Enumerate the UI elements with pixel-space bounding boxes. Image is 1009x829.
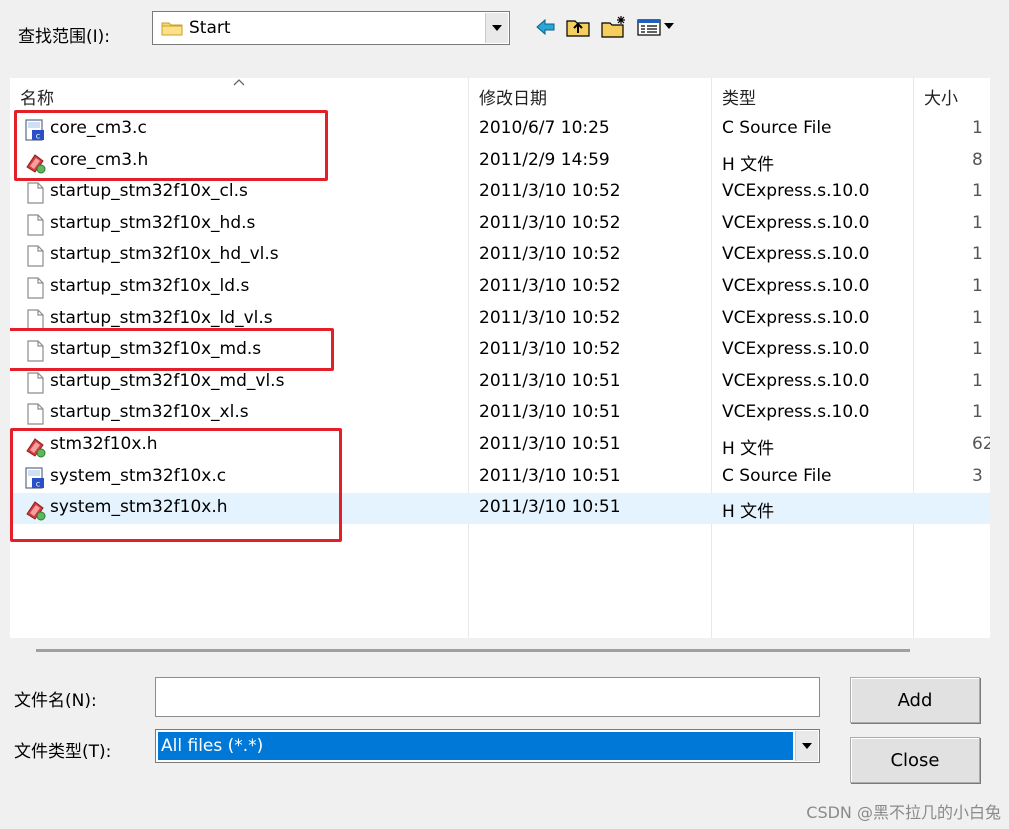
file-date: 2011/3/10 10:52: [479, 307, 621, 328]
file-type: VCExpress.s.10.0: [722, 339, 870, 360]
folder-icon: [161, 22, 183, 36]
file-type: C Source File: [722, 118, 832, 138]
file-type: VCExpress.s.10.0: [722, 276, 870, 296]
look-in-dropdown-button[interactable]: [485, 13, 508, 43]
view-menu-icon[interactable]: [636, 14, 678, 40]
filetype-selected-value: All files (*.*): [158, 732, 793, 760]
add-button[interactable]: Add: [850, 677, 980, 723]
horizontal-scrollbar[interactable]: [36, 649, 910, 652]
file-name: startup_stm32f10x_hd_vl.s: [50, 244, 279, 265]
new-folder-icon[interactable]: [600, 14, 628, 40]
watermark-text: CSDN @黑不拉几的小白兔: [806, 803, 1001, 822]
file-size: 1: [972, 370, 983, 391]
filetype-label: 文件类型(T):: [14, 742, 112, 762]
file-name: startup_stm32f10x_ld_vl.s: [50, 307, 273, 328]
file-size: 1: [972, 402, 983, 423]
filename-input[interactable]: [155, 677, 820, 717]
file-type: VCExpress.s.10.0: [722, 181, 870, 202]
file-list-view[interactable]: 名称 修改日期 类型 大小 c core_cm3.c 2010/6/7 10:25 C…: [10, 78, 990, 638]
file-row[interactable]: startup_stm32f10x_cl.s 2011/3/10 10:52 VCE…: [10, 177, 990, 208]
annotation-highlight-box: [14, 110, 328, 181]
file-name: startup_stm32f10x_ld.s: [50, 276, 250, 296]
file-type: C Source File: [722, 465, 832, 486]
file-size: 1: [972, 244, 983, 265]
blank-file-icon: [24, 213, 46, 237]
look-in-value: Start: [189, 18, 231, 38]
file-type: VCExpress.s.10.0: [722, 370, 870, 391]
column-header-date[interactable]: 修改日期: [479, 84, 547, 109]
file-row[interactable]: startup_stm32f10x_md_vl.s 2011/3/10 10:51…: [10, 367, 990, 398]
file-row[interactable]: startup_stm32f10x_hd.s 2011/3/10 10:52 VCE…: [10, 209, 990, 240]
file-row[interactable]: startup_stm32f10x_xl.s 2011/3/10 10:51 VCE…: [10, 398, 990, 429]
filetype-dropdown-button[interactable]: [795, 731, 818, 761]
chevron-down-icon: [492, 25, 502, 31]
file-size: 1: [972, 181, 983, 202]
close-button[interactable]: Close: [850, 737, 980, 783]
file-date: 2011/3/10 10:51: [479, 370, 621, 391]
filename-label: 文件名(N):: [14, 691, 97, 711]
file-date: 2011/2/9 14:59: [479, 149, 610, 170]
file-date: 2010/6/7 10:25: [479, 118, 610, 138]
file-name: startup_stm32f10x_md_vl.s: [50, 370, 285, 391]
file-date: 2011/3/10 10:52: [479, 276, 621, 296]
chevron-down-icon: [802, 743, 812, 749]
file-size: 3: [972, 465, 983, 486]
up-folder-icon[interactable]: [564, 14, 592, 40]
column-header-name[interactable]: 名称: [20, 84, 54, 109]
file-size: 1: [972, 118, 983, 138]
file-date: 2011/3/10 10:52: [479, 181, 621, 202]
file-size: 8: [972, 149, 983, 170]
file-type: VCExpress.s.10.0: [722, 307, 870, 328]
file-size: 1: [972, 212, 983, 233]
look-in-label: 查找范围(I):: [18, 27, 111, 47]
column-header-size[interactable]: 大小: [924, 84, 958, 109]
file-type: VCExpress.s.10.0: [722, 212, 870, 233]
file-date: 2011/3/10 10:51: [479, 465, 621, 486]
annotation-highlight-box: [10, 428, 342, 542]
file-size: 62: [972, 434, 990, 454]
annotation-highlight-box: [10, 328, 334, 371]
file-date: 2011/3/10 10:52: [479, 339, 621, 360]
file-row[interactable]: startup_stm32f10x_ld.s 2011/3/10 10:52 VCE…: [10, 272, 990, 303]
blank-file-icon: [24, 276, 46, 300]
file-type: H 文件: [722, 439, 775, 459]
file-type: H 文件: [722, 502, 775, 523]
blank-file-icon: [24, 371, 46, 395]
file-type: H 文件: [722, 154, 775, 175]
file-name: startup_stm32f10x_xl.s: [50, 402, 249, 423]
file-name: startup_stm32f10x_hd.s: [50, 212, 256, 233]
file-size: 1: [972, 339, 983, 360]
blank-file-icon: [24, 244, 46, 268]
file-date: 2011/3/10 10:51: [479, 497, 621, 518]
filetype-combobox[interactable]: All files (*.*): [155, 729, 820, 763]
column-header-type[interactable]: 类型: [722, 84, 756, 109]
back-arrow-icon[interactable]: [532, 14, 560, 40]
file-size: 1: [972, 276, 983, 296]
file-date: 2011/3/10 10:51: [479, 434, 621, 454]
list-header: 名称 修改日期 类型 大小: [10, 78, 990, 110]
blank-file-icon: [24, 402, 46, 426]
file-row[interactable]: startup_stm32f10x_hd_vl.s 2011/3/10 10:52…: [10, 240, 990, 271]
file-type: VCExpress.s.10.0: [722, 244, 870, 265]
sort-ascending-icon: [233, 79, 245, 86]
file-date: 2011/3/10 10:52: [479, 244, 621, 265]
blank-file-icon: [24, 181, 46, 205]
look-in-combobox[interactable]: Start: [152, 11, 510, 45]
file-size: 1: [972, 307, 983, 328]
file-name: startup_stm32f10x_cl.s: [50, 181, 248, 202]
file-type: VCExpress.s.10.0: [722, 402, 870, 423]
file-date: 2011/3/10 10:52: [479, 212, 621, 233]
file-date: 2011/3/10 10:51: [479, 402, 621, 423]
